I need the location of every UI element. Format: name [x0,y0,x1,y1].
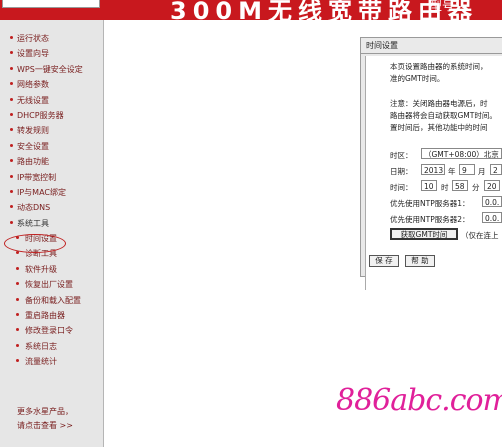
sidebar-menu: 运行状态设置向导 WPS一键安全设定 网络参数无线设置 DHCP服务器 转发规则安全设置… [0,20,104,447]
bullet-icon [10,66,13,70]
time-label: 时间： [390,183,413,192]
sidebar-item[interactable]: 转发规则 [0,123,103,138]
bullet-icon [16,282,19,286]
sidebar-item[interactable]: 运行状态 [0,31,103,46]
sidebar-subitem[interactable]: 流量统计 [0,354,103,369]
bullet-icon [10,189,13,193]
minute-input[interactable]: 58 [452,180,468,191]
note-line1: 注意：关闭路由器电源后，时 [390,99,488,108]
sidebar-subitem[interactable]: 恢复出厂设置 [0,277,103,292]
bullet-icon [16,297,19,301]
selection-circle-annotation [4,234,66,253]
year-input[interactable]: 2013 [421,164,445,175]
banner-model: 型号： [430,0,467,13]
sidebar-item[interactable]: DHCP服务器 [0,108,103,123]
sidebar-item[interactable]: WPS一键安全设定 [0,62,103,77]
sidebar-item-label: 重启路由器 [25,311,65,321]
timezone-label: 时区： [390,151,413,160]
sidebar-item[interactable]: 无线设置 [0,93,103,108]
sidebar-item-label: 修改登录口令 [25,326,73,336]
sidebar-item-label: 恢复出厂设置 [25,280,73,290]
sidebar-item-label: 动态DNS [17,203,51,213]
sidebar-item[interactable]: 网络参数 [0,77,103,92]
bullet-icon [10,82,13,86]
save-button[interactable]: 保 存 [369,255,399,267]
bullet-icon [16,313,19,317]
help-button[interactable]: 帮 助 [405,255,435,267]
ntp2-input[interactable]: 0.0. [482,212,502,223]
sidebar-item-label: 无线设置 [17,95,49,105]
bullet-icon [10,143,13,147]
sidebar-item-label: WPS一键安全设定 [17,64,83,74]
sidebar-item-label: 路由功能 [17,157,49,167]
sidebar-item-label: 设置向导 [17,49,49,59]
bullet-icon [10,112,13,116]
panel-title: 时间设置 [361,38,502,54]
sidebar-item[interactable]: 安全设置 [0,139,103,154]
sidebar-subitem[interactable]: 备份和载入配置 [0,293,103,308]
get-gmt-hint: （仅在连上 [461,231,499,240]
sidebar-item-label: 网络参数 [17,80,49,90]
sidebar-item-label: IP与MAC绑定 [17,187,67,197]
ntp1-label: 优先使用NTP服务器1： [390,199,470,208]
watermark-text: 886abc.com [336,383,502,418]
sidebar-item-label: DHCP服务器 [17,110,64,120]
top-banner: 300M无线宽带路由器 型号： [0,0,502,20]
sidebar-subitem[interactable]: 重启路由器 [0,308,103,323]
sidebar-item-label: 运行状态 [17,34,49,43]
bullet-icon [10,51,13,55]
sidebar-item-label: 软件升级 [25,264,57,274]
bullet-icon [10,36,13,39]
sidebar-item-label: 系统日志 [25,341,57,351]
bullet-icon [16,328,19,332]
sidebar-item-label: 系统工具 [17,218,49,228]
sidebar-list: 运行状态设置向导 WPS一键安全设定 网络参数无线设置 DHCP服务器 转发规则安全设置… [0,31,103,370]
note-line2: 路由器将会自动获取GMT时间。 [390,111,497,120]
sidebar-item-label: 备份和载入配置 [25,295,81,305]
ntp1-input[interactable]: 0.0. [482,196,502,207]
month-input[interactable]: 9 [459,164,475,175]
sidebar-item[interactable]: 路由功能 [0,154,103,169]
sidebar-item-label: IP带宽控制 [17,172,57,182]
bullet-icon [16,251,19,255]
ntp2-label: 优先使用NTP服务器2： [390,215,470,224]
sidebar-item[interactable]: IP与MAC绑定 [0,185,103,200]
bullet-icon [16,343,19,347]
get-gmt-time-button[interactable]: 获取GMT时间 [390,228,458,240]
bullet-icon [10,159,13,163]
sidebar-subitem[interactable]: 修改登录口令 [0,323,103,338]
sidebar-item[interactable]: IP带宽控制 [0,170,103,185]
sidebar-subitem[interactable]: 软件升级 [0,262,103,277]
bullet-icon [10,97,13,101]
minute-unit: 分 [472,183,480,192]
more-products-line2[interactable]: 请点击查看 >> [17,419,73,433]
bullet-icon [10,128,13,132]
date-label: 日期： [390,167,413,176]
brand-logo [2,0,100,8]
description-line1: 本页设置路由器的系统时间， [390,62,488,71]
bullet-icon [16,359,19,363]
more-products-line1: 更多水星产品， [17,407,73,416]
description-line2: 准的GMT时间。 [390,74,445,83]
sidebar-item-label: 安全设置 [17,141,49,151]
sidebar-item[interactable]: 系统工具 [0,216,103,231]
note-line3: 置时间后，其他功能中的时间 [390,123,488,132]
hour-unit: 时 [441,183,449,192]
sidebar-item[interactable]: 设置向导 [0,46,103,61]
month-unit: 月 [478,167,486,176]
year-unit: 年 [448,167,456,176]
bullet-icon [16,266,19,270]
sidebar-subitem[interactable]: 系统日志 [0,339,103,354]
sidebar-item-label: 流量统计 [25,357,57,367]
timezone-select[interactable]: （GMT+08:00）北京 [421,148,502,159]
sidebar-item[interactable]: 动态DNS [0,200,103,215]
second-input[interactable]: 20 [484,180,500,191]
bullet-icon [10,205,13,209]
bullet-icon [10,220,13,224]
sidebar-item-label: 转发规则 [17,126,49,136]
hour-input[interactable]: 10 [421,180,437,191]
day-input[interactable]: 2 [490,164,502,175]
bullet-icon [10,174,13,178]
more-products-link[interactable]: 更多水星产品， 请点击查看 >> [17,405,73,433]
